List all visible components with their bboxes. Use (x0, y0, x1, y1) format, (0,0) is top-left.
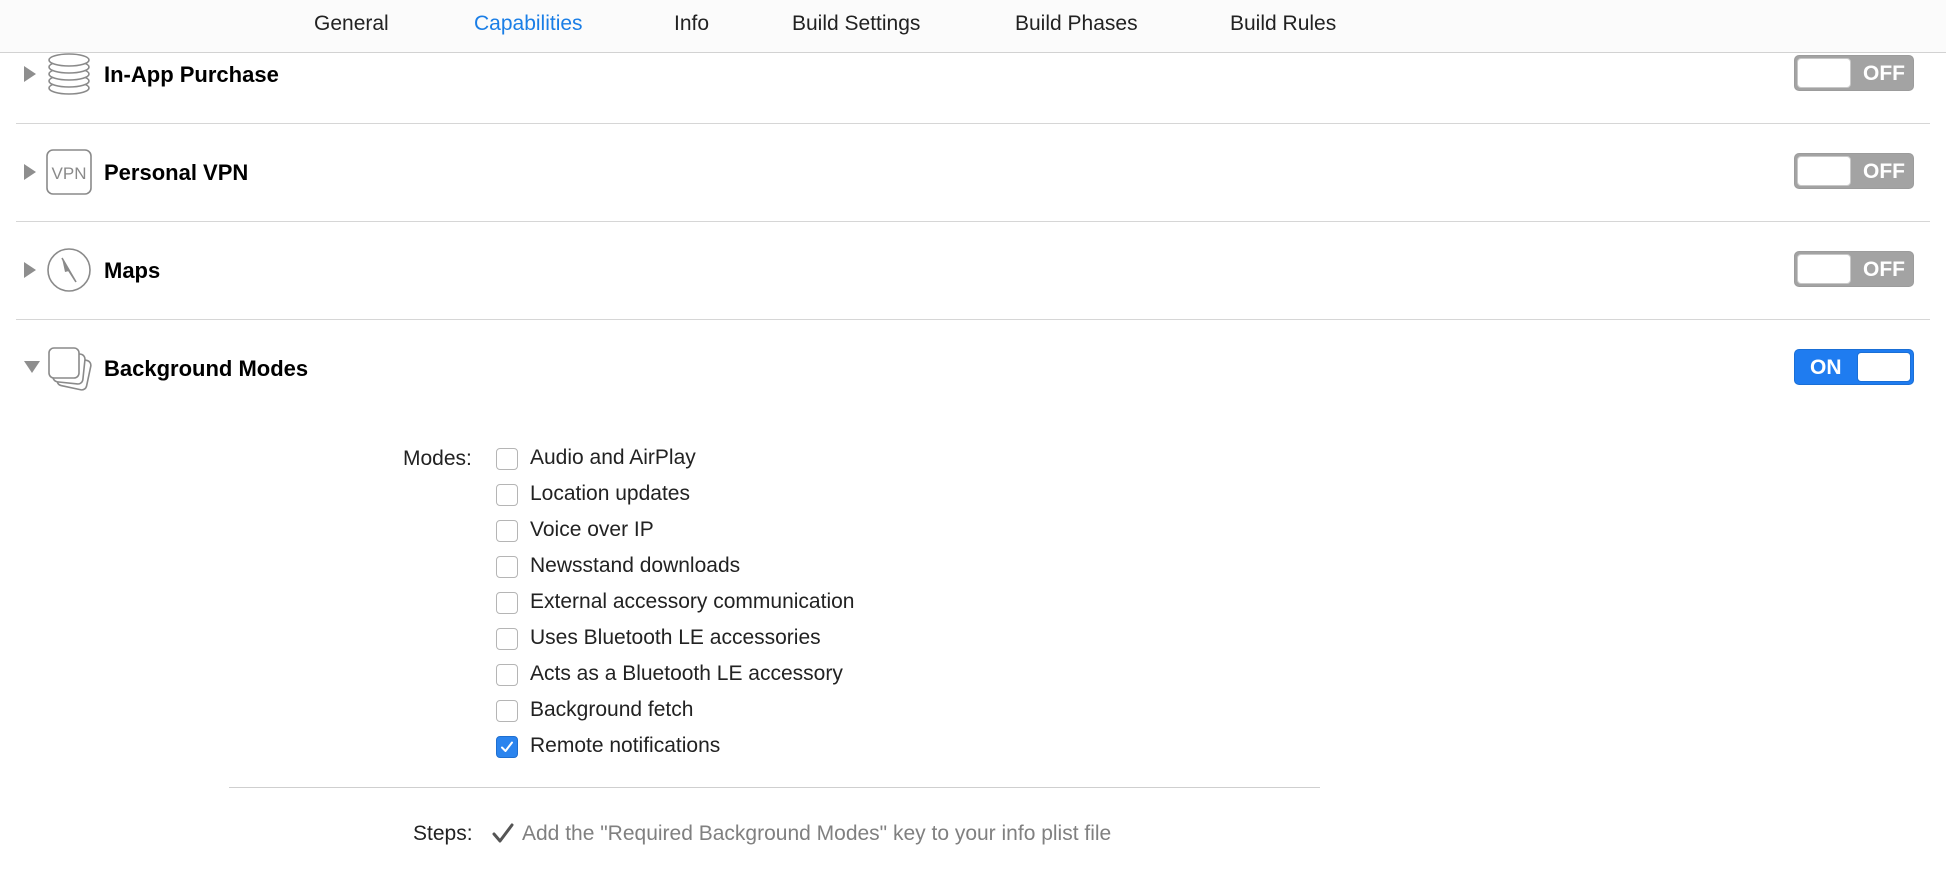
checkmark-icon (501, 741, 513, 752)
svg-text:VPN: VPN (52, 164, 87, 183)
capability-title: In-App Purchase (104, 62, 279, 87)
checkbox-checked[interactable] (496, 736, 518, 758)
modes-label: Modes: (403, 447, 472, 470)
mode-label: Acts as a Bluetooth LE accessory (530, 662, 843, 685)
toggle-knob (1797, 156, 1851, 186)
capability-row-in-app-purchase: In-App Purchase OFF (16, 26, 1930, 124)
stacked-layers-icon (45, 344, 93, 392)
checkmark-icon (492, 821, 514, 845)
maps-toggle[interactable]: OFF (1794, 251, 1914, 287)
disclosure-triangle-collapsed-icon[interactable] (22, 162, 38, 182)
checkbox[interactable] (496, 520, 518, 542)
capability-row-personal-vpn: VPN Personal VPN OFF (16, 124, 1930, 222)
personal-vpn-toggle[interactable]: OFF (1794, 153, 1914, 189)
toggle-knob (1797, 254, 1851, 284)
in-app-purchase-toggle[interactable]: OFF (1794, 55, 1914, 91)
disclosure-triangle-expanded-icon[interactable] (22, 359, 42, 379)
mode-label: Uses Bluetooth LE accessories (530, 626, 821, 649)
mode-label: Voice over IP (530, 518, 654, 541)
checkbox[interactable] (496, 664, 518, 686)
checkbox[interactable] (496, 484, 518, 506)
capability-title: Maps (104, 258, 161, 283)
checkbox[interactable] (496, 448, 518, 470)
toggle-state-label: OFF (1863, 62, 1905, 85)
coins-stack-icon (45, 50, 93, 98)
step-text: Add the "Required Background Modes" key … (522, 822, 1112, 845)
mode-label: Remote notifications (530, 734, 721, 757)
checkbox[interactable] (496, 700, 518, 722)
mode-label: Background fetch (530, 698, 694, 721)
steps-label: Steps: (413, 822, 473, 845)
checkbox[interactable] (496, 628, 518, 650)
capability-row-background-modes: Background Modes ON (16, 320, 1930, 400)
mode-label: Audio and AirPlay (530, 446, 696, 469)
disclosure-triangle-collapsed-icon[interactable] (22, 260, 38, 280)
toggle-state-label: OFF (1863, 258, 1905, 281)
toggle-knob (1857, 352, 1911, 382)
checkbox[interactable] (496, 592, 518, 614)
toggle-knob (1797, 58, 1851, 88)
vpn-icon: VPN (45, 148, 93, 196)
mode-label: External accessory communication (530, 590, 855, 613)
capability-title: Background Modes (104, 356, 309, 381)
mode-label: Newsstand downloads (530, 554, 741, 577)
checkbox[interactable] (496, 556, 518, 578)
mode-label: Location updates (530, 482, 690, 505)
toggle-state-label: OFF (1863, 160, 1905, 183)
toggle-state-label: ON (1810, 356, 1842, 379)
disclosure-triangle-collapsed-icon[interactable] (22, 64, 38, 84)
steps-divider (229, 787, 1320, 788)
compass-icon (45, 246, 93, 294)
background-modes-toggle[interactable]: ON (1794, 349, 1914, 385)
capability-row-maps: Maps OFF (16, 222, 1930, 320)
capability-title: Personal VPN (104, 160, 249, 185)
